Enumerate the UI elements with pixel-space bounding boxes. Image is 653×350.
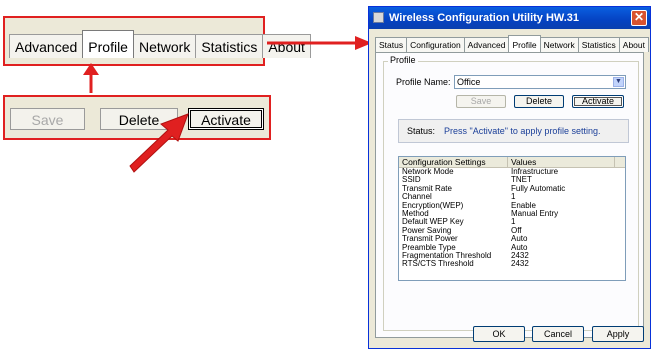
- activate-pointer-arrow: [129, 113, 189, 173]
- setting-value-cell: Auto: [511, 243, 528, 252]
- setting-name-cell: Power Saving: [402, 226, 452, 235]
- setting-name-cell: Encryption(WEP): [402, 201, 464, 210]
- save-button[interactable]: Save: [456, 95, 506, 108]
- setting-name-cell: Transmit Power: [402, 235, 458, 244]
- listview-header: Configuration Settings Values: [399, 157, 625, 168]
- setting-value-cell: Infrastructure: [511, 168, 559, 176]
- table-row[interactable]: RTS/CTS Threshold 2432: [399, 260, 625, 268]
- setting-name-cell: Fragmentation Threshold: [402, 251, 492, 260]
- tab-about[interactable]: About: [618, 37, 649, 52]
- setting-name-cell: Default WEP Key: [402, 218, 464, 227]
- tab-statistics[interactable]: Statistics: [577, 37, 620, 52]
- table-row[interactable]: Power Saving Off: [399, 227, 625, 235]
- title-bar[interactable]: Wireless Configuration Utility HW.31 ✕: [369, 7, 650, 29]
- apply-button[interactable]: Apply: [592, 326, 644, 342]
- up-arrow-head: [83, 63, 99, 75]
- profile-name-value: Office: [457, 77, 481, 87]
- table-row[interactable]: Default WEP Key 1: [399, 218, 625, 226]
- cancel-button[interactable]: Cancel: [532, 326, 584, 342]
- ok-button[interactable]: OK: [473, 326, 525, 342]
- setting-name-cell: Transmit Rate: [402, 184, 452, 193]
- profile-group-label: Profile: [388, 55, 418, 65]
- wireless-config-dialog: Wireless Configuration Utility HW.31 ✕ S…: [368, 6, 651, 349]
- setting-value-cell: Fully Automatic: [511, 184, 566, 193]
- setting-name-cell: Network Mode: [402, 168, 454, 176]
- setting-value-cell: 1: [511, 193, 516, 202]
- profile-name-label: Profile Name:: [396, 77, 451, 87]
- setting-name-cell: Method: [402, 209, 429, 218]
- setting-value-cell: 1: [511, 218, 516, 227]
- listview-body: Network Mode Infrastructure SSID TNET Transm…: [399, 168, 625, 269]
- tab-profile[interactable]: Profile: [508, 35, 541, 52]
- zoom-tab-profile[interactable]: Profile: [82, 30, 134, 58]
- setting-value-cell: Off: [511, 226, 522, 235]
- setting-name-cell: Channel: [402, 193, 432, 202]
- settings-listview[interactable]: Configuration Settings Values Network Mo…: [398, 156, 626, 281]
- profile-name-dropdown[interactable]: Office ▼: [454, 75, 626, 89]
- table-row[interactable]: Transmit Power Auto: [399, 235, 625, 243]
- header-configuration-settings[interactable]: Configuration Settings: [399, 157, 508, 167]
- tab-network[interactable]: Network: [539, 37, 579, 52]
- setting-name-cell: SSID: [402, 176, 421, 185]
- setting-value-cell: Manual Entry: [511, 209, 559, 218]
- setting-value-cell: Auto: [511, 235, 528, 244]
- chevron-down-icon[interactable]: ▼: [613, 77, 624, 87]
- setting-name-cell: Preamble Type: [402, 243, 456, 252]
- status-text: Press "Activate" to apply profile settin…: [444, 126, 601, 136]
- table-row[interactable]: Encryption(WEP) Enable: [399, 202, 625, 210]
- table-row[interactable]: Fragmentation Threshold 2432: [399, 252, 625, 260]
- table-row[interactable]: Network Mode Infrastructure: [399, 168, 625, 176]
- setting-name-cell: RTS/CTS Threshold: [402, 260, 474, 269]
- close-icon[interactable]: ✕: [631, 10, 647, 26]
- table-row[interactable]: Channel 1: [399, 193, 625, 201]
- profile-groupbox: Profile Profile Name: Office ▼ Save Dele…: [383, 55, 639, 331]
- dialog-tabs: Status Configuration Advanced Profile Ne…: [375, 35, 649, 52]
- status-label: Status:: [407, 126, 436, 136]
- setting-value-cell: TNET: [511, 176, 532, 185]
- tab-advanced[interactable]: Advanced: [463, 37, 510, 52]
- app-icon: [373, 12, 384, 23]
- table-row[interactable]: Preamble Type Auto: [399, 244, 625, 252]
- table-row[interactable]: Transmit Rate Fully Automatic: [399, 185, 625, 193]
- header-values[interactable]: Values: [508, 157, 615, 167]
- table-row[interactable]: Method Manual Entry: [399, 210, 625, 218]
- status-box: Status: Press "Activate" to apply profil…: [398, 119, 629, 143]
- table-row[interactable]: SSID TNET: [399, 176, 625, 184]
- setting-value-cell: Enable: [511, 201, 536, 210]
- delete-button[interactable]: Delete: [514, 95, 564, 108]
- tab-status[interactable]: Status: [375, 37, 408, 52]
- setting-value-cell: 2432: [511, 251, 529, 260]
- setting-value-cell: 2432: [511, 260, 529, 269]
- tab-configuration[interactable]: Configuration: [406, 37, 465, 52]
- profile-tab-page: Profile Profile Name: Office ▼ Save Dele…: [375, 52, 644, 338]
- window-title: Wireless Configuration Utility HW.31: [389, 12, 579, 24]
- activate-button[interactable]: Activate: [572, 95, 624, 108]
